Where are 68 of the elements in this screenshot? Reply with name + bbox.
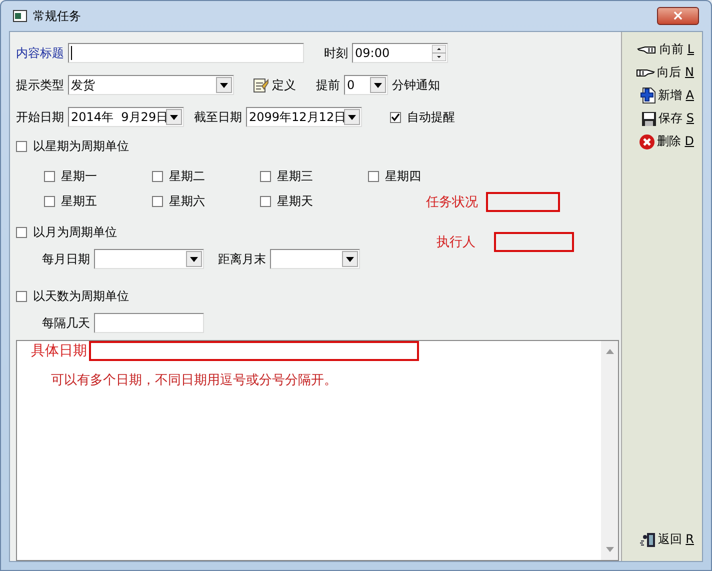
hand-left-icon: [637, 44, 658, 56]
minutes-dropdown[interactable]: 0: [344, 75, 388, 95]
title-input[interactable]: [68, 43, 304, 63]
status-field[interactable]: [486, 192, 560, 212]
toolbar-button[interactable]: 新增 A: [622, 84, 702, 107]
notepad-icon: [252, 76, 269, 94]
caret-down-icon: [170, 114, 178, 120]
checkmark-icon: [391, 112, 400, 122]
weekday-checkbox[interactable]: 星期一: [44, 168, 152, 185]
auto-remind-checkbox[interactable]: 自动提醒: [390, 108, 455, 126]
toolbar-button[interactable]: 向前 L: [622, 38, 702, 61]
scroll-up-icon[interactable]: [606, 349, 614, 354]
toolbar-button[interactable]: 向后 N: [622, 61, 702, 84]
dates-field[interactable]: [89, 341, 419, 361]
field-label: 开始日期: [16, 108, 64, 126]
dropdown-button[interactable]: [166, 109, 182, 125]
days-input[interactable]: [94, 313, 204, 333]
new-document-icon: [640, 87, 656, 104]
caret-down-icon: [220, 82, 228, 88]
field-label: 提示类型: [16, 76, 64, 94]
interval-checkbox[interactable]: 以天数为周期单位: [16, 286, 426, 306]
weekday-checkbox[interactable]: 星期四: [368, 168, 476, 185]
assignee-field[interactable]: [494, 232, 574, 252]
delete-icon: [638, 134, 655, 150]
dropdown-button[interactable]: [344, 109, 360, 125]
field-label: 执行人: [436, 234, 476, 251]
window-title: 常规任务: [33, 8, 81, 24]
define-button[interactable]: 定义: [252, 76, 296, 94]
field-label: 每月日期: [42, 250, 90, 268]
date-picker[interactable]: 2014年 9月29日: [68, 107, 184, 127]
caret-down-icon: [190, 256, 198, 262]
caret-down-icon: [348, 114, 356, 120]
toolbar-button[interactable]: 保存 S: [622, 107, 702, 130]
type-dropdown[interactable]: 发货: [68, 75, 234, 95]
dropdown-button[interactable]: [216, 77, 232, 93]
dropdown-button[interactable]: [186, 251, 202, 267]
window-icon: [13, 10, 27, 22]
scroll-down-icon[interactable]: [606, 547, 614, 552]
weekday-checkbox[interactable]: 星期三: [260, 168, 368, 185]
time-spinner[interactable]: 09:00: [352, 43, 448, 63]
dropdown-button[interactable]: [342, 251, 358, 267]
caret-down-icon: [346, 256, 354, 262]
door-exit-icon: [640, 532, 656, 548]
caret-down-icon: [374, 82, 382, 88]
field-label: 具体日期: [31, 342, 87, 360]
hand-right-icon: [635, 66, 656, 78]
field-label: 时刻: [324, 44, 348, 62]
scrollbar[interactable]: [601, 341, 618, 560]
weekly-checkbox[interactable]: 以星期为周期单位: [16, 136, 426, 156]
weekday-checkbox[interactable]: 星期天: [260, 193, 368, 210]
field-label: 距离月末: [218, 250, 266, 268]
field-label: 提前: [316, 76, 340, 94]
weekday-checkbox[interactable]: 星期二: [152, 168, 260, 185]
monthly-checkbox[interactable]: 以月为周期单位: [16, 222, 426, 242]
weekday-checkbox[interactable]: 星期六: [152, 193, 260, 210]
dropdown-button[interactable]: [370, 77, 386, 93]
weekday-checkbox[interactable]: 星期五: [44, 193, 152, 210]
field-label: 任务状况: [426, 194, 478, 211]
return-button[interactable]: 返回 R: [622, 528, 702, 551]
field-label: 每隔几天: [42, 314, 90, 332]
spin-arrows-icon[interactable]: [432, 45, 446, 61]
toolbar-button[interactable]: 删除 D: [622, 130, 702, 153]
field-label: 内容标题: [16, 44, 64, 62]
hint-text: 可以有多个日期，不同日期用逗号或分号分隔开。: [51, 372, 338, 389]
date-picker[interactable]: 2099年12月12日: [246, 107, 362, 127]
field-label: 截至日期: [194, 108, 242, 126]
field-label: 分钟通知: [392, 76, 440, 94]
memo-area[interactable]: 具体日期 可以有多个日期，不同日期用逗号或分号分隔开。: [16, 340, 619, 561]
